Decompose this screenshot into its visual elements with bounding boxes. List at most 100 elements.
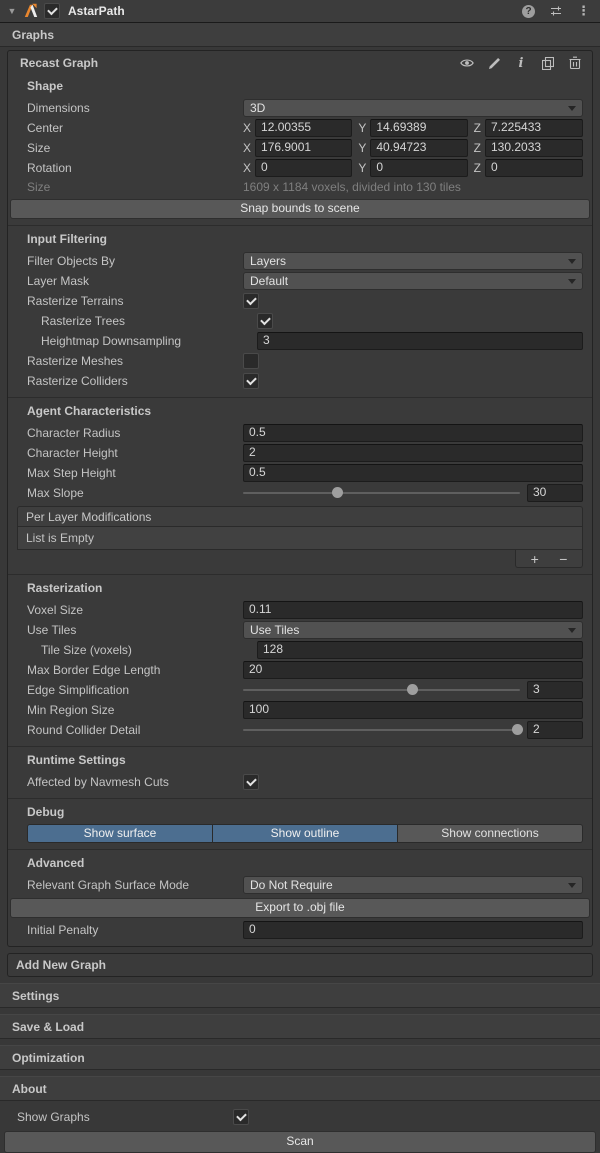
edge-simplification-label: Edge Simplification xyxy=(27,683,130,697)
filter-objects-by-dropdown[interactable]: Layers xyxy=(243,252,583,270)
remove-item-button[interactable]: − xyxy=(553,552,573,566)
heightmap-downsampling-row: Heightmap Downsampling 3 xyxy=(8,331,592,351)
rasterize-trees-label: Rasterize Trees xyxy=(41,314,126,328)
dimensions-label: Dimensions xyxy=(27,101,90,115)
show-outline-button[interactable]: Show outline xyxy=(213,825,398,842)
per-layer-modifications-header[interactable]: Per Layer Modifications xyxy=(17,506,583,527)
rotation-x-field[interactable]: 0 xyxy=(255,159,353,177)
center-z-field[interactable]: 7.225433 xyxy=(485,119,583,137)
component-enabled-checkbox[interactable] xyxy=(44,3,60,19)
axis-z-label: Z xyxy=(473,161,481,175)
layer-mask-dropdown[interactable]: Default xyxy=(243,272,583,290)
slider-handle[interactable] xyxy=(512,724,524,735)
edge-simplification-value-field[interactable]: 3 xyxy=(527,681,583,699)
add-new-graph-button[interactable]: Add New Graph xyxy=(7,953,593,977)
show-graphs-checkbox[interactable] xyxy=(233,1109,249,1125)
help-icon[interactable]: ? xyxy=(522,4,535,18)
rasterize-terrains-label: Rasterize Terrains xyxy=(27,294,124,308)
export-obj-button[interactable]: Export to .obj file xyxy=(10,898,590,918)
center-y-field[interactable]: 14.69389 xyxy=(370,119,468,137)
rotation-row: Rotation X0 Y0 Z0 xyxy=(8,158,592,178)
divider xyxy=(8,397,592,398)
scan-button[interactable]: Scan xyxy=(4,1131,596,1153)
toggle-visibility-eye-icon[interactable] xyxy=(460,56,474,70)
save-load-label: Save & Load xyxy=(12,1019,85,1034)
heightmap-downsampling-field[interactable]: 3 xyxy=(257,332,583,350)
max-border-edge-length-label: Max Border Edge Length xyxy=(27,663,161,677)
max-slope-row: Max Slope 30 xyxy=(8,483,592,503)
filter-objects-by-row: Filter Objects By Layers xyxy=(8,251,592,271)
affected-by-navmesh-cuts-row: Affected by Navmesh Cuts xyxy=(8,772,592,792)
affected-by-navmesh-cuts-checkbox[interactable] xyxy=(243,774,259,790)
section-optimization[interactable]: Optimization xyxy=(0,1045,600,1070)
context-menu-icon[interactable]: ⋮ xyxy=(577,3,590,19)
rasterize-terrains-row: Rasterize Terrains xyxy=(8,291,592,311)
axis-z-label: Z xyxy=(473,121,481,135)
size-z-field[interactable]: 130.2033 xyxy=(485,139,583,157)
max-slope-label: Max Slope xyxy=(27,486,84,500)
rasterize-colliders-row: Rasterize Colliders xyxy=(8,371,592,391)
tile-size-field[interactable]: 128 xyxy=(257,641,583,659)
slider-handle[interactable] xyxy=(406,684,418,695)
inspector-component-header: ▼ AstarPath ? ⋮ xyxy=(0,0,600,23)
delete-graph-trash-icon[interactable] xyxy=(568,56,582,70)
rasterize-colliders-checkbox[interactable] xyxy=(243,373,259,389)
advanced-section-header: Advanced xyxy=(27,856,85,870)
section-about[interactable]: About xyxy=(0,1076,600,1101)
max-slope-value-field[interactable]: 30 xyxy=(527,484,583,502)
list-empty-row: List is Empty xyxy=(17,527,583,550)
rotation-y-field[interactable]: 0 xyxy=(370,159,468,177)
round-collider-detail-value-field[interactable]: 2 xyxy=(527,721,583,739)
rasterize-colliders-label: Rasterize Colliders xyxy=(27,374,128,388)
dimensions-dropdown[interactable]: 3D xyxy=(243,99,583,117)
max-step-height-field[interactable]: 0.5 xyxy=(243,464,583,482)
axis-y-label: Y xyxy=(358,121,367,135)
agent-characteristics-section-header: Agent Characteristics xyxy=(27,404,152,418)
edit-pencil-icon[interactable] xyxy=(487,56,501,70)
slider-handle[interactable] xyxy=(332,487,344,498)
relevant-graph-surface-mode-dropdown[interactable]: Do Not Require xyxy=(243,876,583,894)
duplicate-graph-icon[interactable] xyxy=(541,56,555,70)
info-icon[interactable]: i xyxy=(514,56,528,71)
max-slope-slider[interactable] xyxy=(243,487,520,498)
snap-bounds-button[interactable]: Snap bounds to scene xyxy=(10,199,590,219)
edge-simplification-slider[interactable] xyxy=(243,684,520,695)
character-height-field[interactable]: 2 xyxy=(243,444,583,462)
presets-icon[interactable] xyxy=(549,4,563,18)
optimization-label: Optimization xyxy=(12,1050,85,1065)
section-settings[interactable]: Settings xyxy=(0,983,600,1008)
voxel-size-label: Voxel Size xyxy=(27,603,84,617)
character-radius-label: Character Radius xyxy=(27,426,121,440)
show-connections-button[interactable]: Show connections xyxy=(398,825,582,842)
rasterize-terrains-checkbox[interactable] xyxy=(243,293,259,309)
tile-size-label: Tile Size (voxels) xyxy=(41,643,132,657)
axis-z-label: Z xyxy=(473,141,481,155)
rotation-z-field[interactable]: 0 xyxy=(485,159,583,177)
recast-graph-title-row[interactable]: Recast Graph i xyxy=(8,53,592,73)
size-y-field[interactable]: 40.94723 xyxy=(370,139,468,157)
rasterize-trees-checkbox[interactable] xyxy=(257,313,273,329)
rasterize-meshes-checkbox[interactable] xyxy=(243,353,259,369)
rasterization-section-header: Rasterization xyxy=(27,581,103,595)
runtime-settings-section-header: Runtime Settings xyxy=(27,753,126,767)
use-tiles-dropdown[interactable]: Use Tiles xyxy=(243,621,583,639)
round-collider-detail-slider[interactable] xyxy=(243,724,524,735)
center-x-field[interactable]: 12.00355 xyxy=(255,119,353,137)
divider xyxy=(8,849,592,850)
heightmap-downsampling-label: Heightmap Downsampling xyxy=(41,334,182,348)
edge-simplification-row: Edge Simplification 3 xyxy=(8,680,592,700)
divider xyxy=(8,798,592,799)
size-x-field[interactable]: 176.9001 xyxy=(255,139,353,157)
character-radius-field[interactable]: 0.5 xyxy=(243,424,583,442)
foldout-arrow-icon[interactable]: ▼ xyxy=(6,6,18,16)
voxel-size-field[interactable]: 0.11 xyxy=(243,601,583,619)
initial-penalty-field[interactable]: 0 xyxy=(243,921,583,939)
max-step-height-label: Max Step Height xyxy=(27,466,116,480)
section-save-load[interactable]: Save & Load xyxy=(0,1014,600,1039)
add-item-button[interactable]: + xyxy=(525,552,545,566)
max-border-edge-length-field[interactable]: 20 xyxy=(243,661,583,679)
character-height-label: Character Height xyxy=(27,446,118,460)
show-surface-button[interactable]: Show surface xyxy=(28,825,213,842)
graphs-header-bar: Graphs xyxy=(0,23,600,47)
min-region-size-field[interactable]: 100 xyxy=(243,701,583,719)
